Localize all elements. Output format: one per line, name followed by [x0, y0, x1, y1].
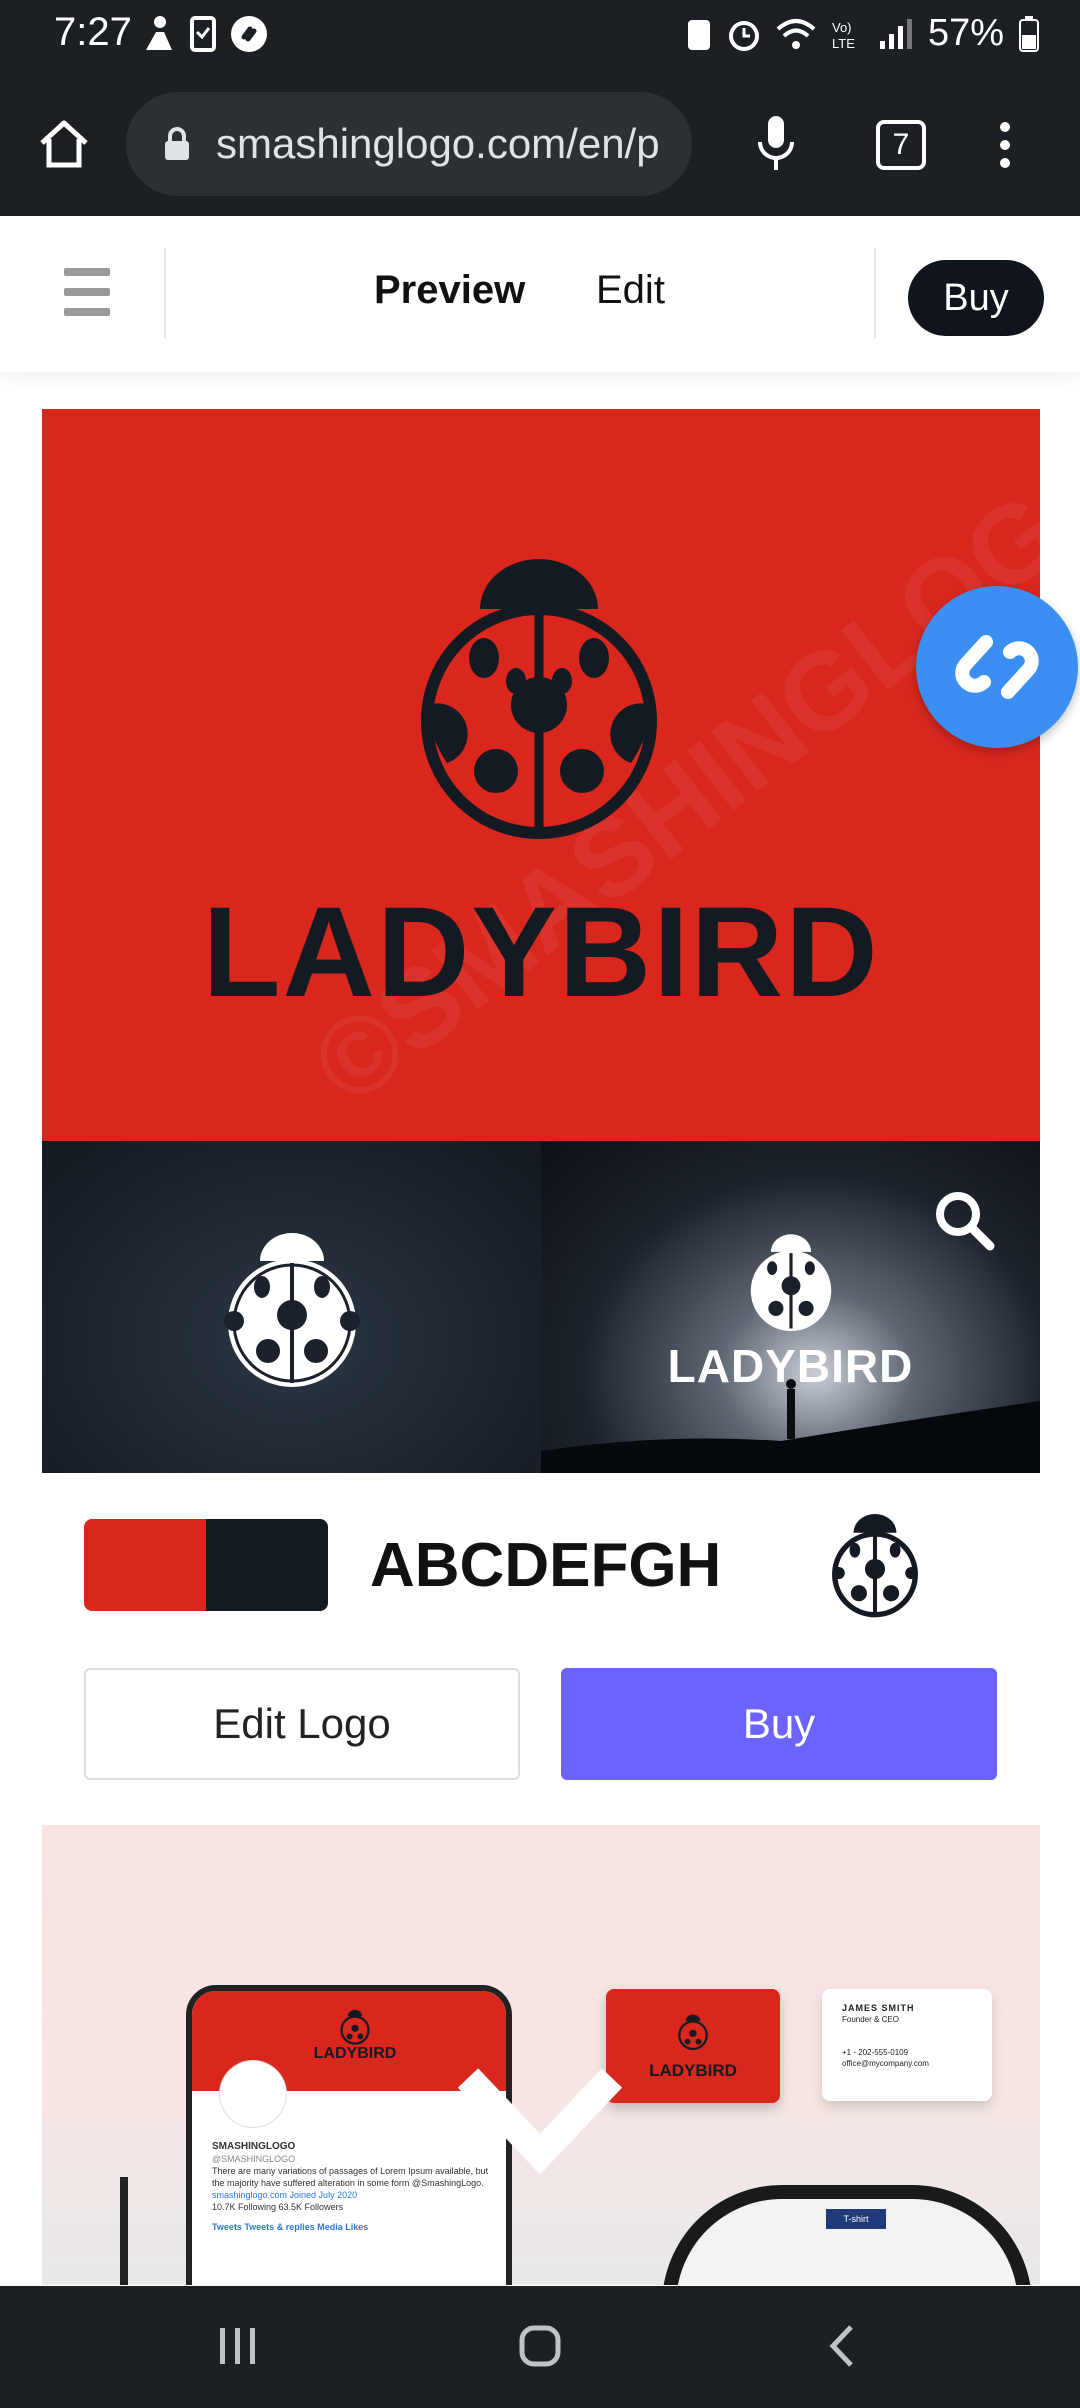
card-person-title: Founder & CEO	[842, 2015, 899, 2024]
lock-icon	[165, 127, 189, 160]
phone-stats: 10.7K Following 63.5K Followers	[212, 2202, 344, 2212]
home-button[interactable]	[36, 116, 92, 172]
palette-swatch-red	[84, 1519, 206, 1611]
tab-count: 7	[892, 128, 910, 161]
recents-button[interactable]	[198, 2316, 278, 2376]
site-header: Preview Edit Buy	[0, 218, 1080, 372]
card-phone: +1 - 202-555-0109	[842, 2048, 909, 2057]
phone-brand-name: LADYBIRD	[313, 2045, 397, 2062]
notification-shazam-icon	[231, 16, 267, 52]
svg-text:LTE: LTE	[832, 36, 855, 51]
back-chevron-icon	[829, 2325, 853, 2367]
battery-percent: 57%	[927, 12, 1004, 54]
recycle-icon	[687, 19, 710, 50]
phone-ladybird-icon	[340, 2009, 370, 2045]
card-ladybird-icon	[678, 2014, 708, 2051]
pencil-prop	[120, 2177, 128, 2285]
home-nav-button[interactable]	[500, 2316, 580, 2376]
status-right-icons: Vo) LTE 57%	[686, 12, 1040, 55]
home-circle-icon	[519, 2325, 561, 2367]
business-card-white: JAMES SMITH Founder & CEO +1 - 202-555-0…	[822, 1989, 992, 2101]
svg-text:Vo): Vo)	[832, 20, 852, 35]
logo-preview-hero: ©SMASHINGLOGO LADYBIRD	[42, 409, 1040, 1141]
browser-menu-button[interactable]	[990, 118, 1020, 172]
phone-tabs: Tweets Tweets & replies Media Likes	[212, 2222, 369, 2232]
notification-clipboard-icon	[190, 16, 216, 52]
status-bar: 7:27 Vo) LTE 57%	[0, 0, 1080, 72]
ladybird-logo-icon	[421, 559, 657, 839]
ladybird-icon-small	[832, 1513, 918, 1618]
edit-logo-button[interactable]: Edit Logo	[84, 1668, 520, 1780]
mockups-preview: LADYBIRD SMASHINGLOGO @SMASHINGLOGO Ther…	[42, 1825, 1040, 2285]
color-palette	[84, 1519, 328, 1611]
logo-night-sky-thumbnail[interactable]: LADYBIRD	[541, 1141, 1040, 1473]
card-brand-name: LADYBIRD	[649, 2061, 737, 2080]
magnifier-icon	[936, 1192, 995, 1251]
recents-icon	[220, 2328, 255, 2364]
tshirt-tag: T-shirt	[826, 2209, 886, 2229]
microphone-icon	[758, 116, 794, 170]
url-bar[interactable]: smashinglogo.com/en/p	[126, 92, 692, 196]
phone-avatar	[220, 2061, 286, 2127]
buy-button-header[interactable]: Buy	[908, 260, 1044, 336]
card-person-name: JAMES SMITH	[842, 2003, 915, 2013]
divider	[164, 248, 166, 338]
logo-dark-thumbnail[interactable]	[42, 1141, 541, 1473]
buy-button[interactable]: Buy	[561, 1668, 997, 1780]
status-time: 7:27	[54, 10, 132, 54]
tab-preview[interactable]: Preview	[374, 268, 525, 313]
notification-person-icon	[146, 16, 172, 50]
ladybird-white-small-icon	[750, 1234, 832, 1332]
alarm-icon	[728, 20, 759, 51]
volte-icon: Vo)LTE	[832, 20, 855, 51]
battery-icon	[1019, 15, 1039, 52]
shazam-floating-button[interactable]	[916, 586, 1078, 748]
more-vert-icon	[1000, 122, 1010, 168]
phone-meta: smashinglogo.com Joined July 2020	[212, 2190, 358, 2200]
card-email: office@mycompany.com	[842, 2059, 929, 2068]
zoom-button[interactable]	[929, 1185, 999, 1255]
url-text: smashinglogo.com/en/p	[216, 120, 660, 167]
status-left-icons	[142, 14, 268, 54]
back-button[interactable]	[802, 2316, 882, 2376]
ladybird-white-icon	[224, 1233, 360, 1387]
menu-icon[interactable]	[64, 268, 110, 318]
system-navigation-bar	[0, 2286, 1080, 2408]
shazam-icon	[955, 635, 1039, 699]
tab-switcher-button[interactable]: 7	[876, 120, 926, 170]
hero-brand-name: LADYBIRD	[202, 881, 880, 1024]
palette-swatch-dark	[206, 1519, 328, 1611]
voice-search-button[interactable]	[752, 112, 800, 176]
horizon-silhouette	[541, 1401, 1040, 1473]
wifi-icon	[776, 18, 816, 49]
divider	[874, 248, 876, 338]
business-card-red: LADYBIRD	[606, 1989, 780, 2103]
tab-edit[interactable]: Edit	[596, 268, 665, 313]
home-icon	[40, 120, 88, 168]
tshirt-mockup	[662, 2185, 1032, 2285]
scroll-down-chevron-icon[interactable]	[458, 2064, 622, 2184]
signal-icon	[879, 18, 912, 49]
font-sample: ABCDEFGH	[370, 1531, 722, 1600]
